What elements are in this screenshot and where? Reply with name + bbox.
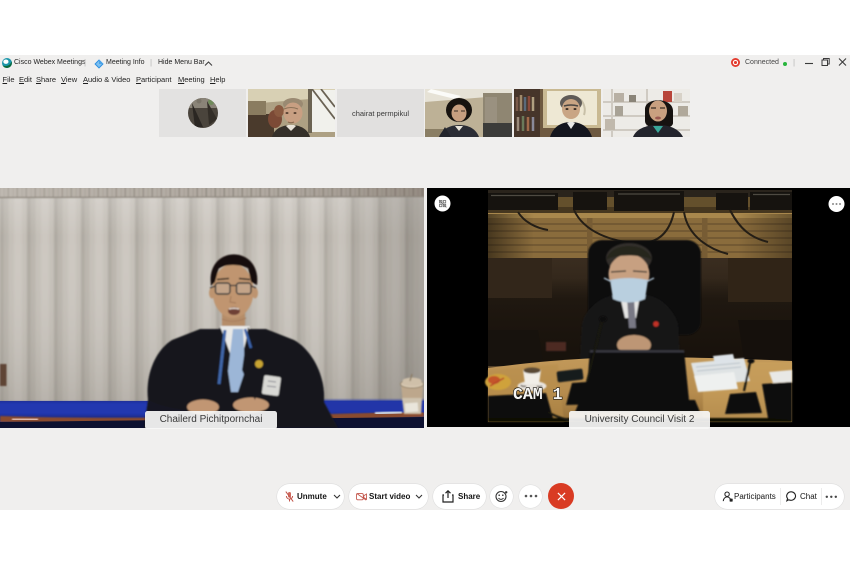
svg-text:CAM 1: CAM 1: [513, 385, 563, 404]
svg-text:chairat permpikul: chairat permpikul: [352, 109, 409, 118]
